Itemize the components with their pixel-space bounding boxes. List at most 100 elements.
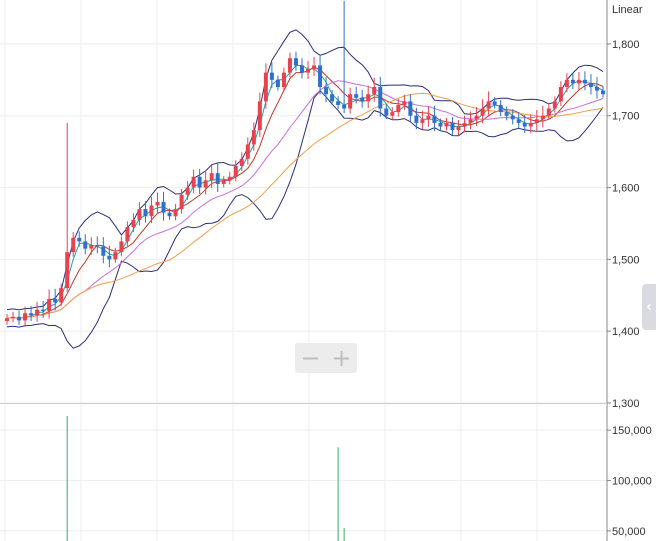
candle-body bbox=[372, 87, 377, 95]
candle-body bbox=[438, 122, 443, 127]
candle-body bbox=[77, 237, 82, 242]
candle-body bbox=[390, 112, 395, 116]
candle-body bbox=[522, 122, 527, 127]
price-axis: 1,800 1,700 1,600 1,500 1,400 1,300 bbox=[607, 39, 640, 410]
candle-body bbox=[534, 119, 539, 123]
candle-body bbox=[576, 79, 581, 84]
candle-body bbox=[588, 83, 593, 87]
candle-body bbox=[29, 313, 34, 316]
candle-body bbox=[275, 79, 280, 87]
candle-body bbox=[324, 87, 329, 95]
candle-body bbox=[65, 252, 70, 289]
candle-body bbox=[233, 166, 238, 177]
candle-body bbox=[348, 94, 353, 109]
zoom-controls: − + bbox=[295, 343, 357, 373]
candle-body bbox=[486, 101, 491, 109]
candle-body bbox=[95, 245, 100, 247]
candle-body bbox=[293, 58, 298, 66]
candle-body bbox=[251, 130, 256, 145]
candle-body bbox=[510, 115, 515, 120]
price-tick-label: 1,800 bbox=[612, 39, 640, 51]
candle-body bbox=[426, 115, 431, 120]
candle-body bbox=[450, 122, 455, 131]
candle-body bbox=[360, 97, 365, 102]
price-tick-label: 1,400 bbox=[612, 326, 640, 338]
candle-body bbox=[558, 87, 563, 102]
candle-body bbox=[185, 187, 190, 195]
candle-body bbox=[540, 115, 545, 120]
candle-body bbox=[444, 122, 449, 127]
price-tick-label: 1,600 bbox=[612, 183, 640, 195]
candle-body bbox=[11, 316, 16, 319]
candle-body bbox=[83, 241, 88, 249]
candle-body bbox=[318, 65, 323, 87]
candle-body bbox=[179, 194, 184, 210]
candle-body bbox=[480, 108, 485, 116]
candle-body bbox=[378, 87, 383, 109]
candle-body bbox=[432, 115, 437, 123]
chevron-left-icon: ‹ bbox=[646, 299, 652, 315]
candle-body bbox=[504, 112, 509, 116]
volume-tick-label: 100,000 bbox=[612, 476, 652, 488]
candle-body bbox=[312, 65, 317, 70]
candle-body bbox=[456, 126, 461, 131]
candle-body bbox=[113, 252, 118, 260]
candle-body bbox=[191, 176, 196, 188]
candle-body bbox=[143, 209, 148, 217]
candle-body bbox=[336, 101, 341, 105]
scale-label[interactable]: Linear bbox=[612, 4, 643, 16]
candle-body bbox=[161, 201, 166, 213]
candle-body bbox=[462, 122, 467, 127]
candle-body bbox=[287, 58, 292, 73]
volume-axis: 150,000 100,000 50,000 bbox=[607, 425, 652, 538]
candle-body bbox=[47, 298, 52, 312]
candle-body bbox=[59, 288, 64, 303]
candle-body bbox=[330, 94, 335, 102]
candle-body bbox=[173, 209, 178, 217]
candle-body bbox=[516, 119, 521, 123]
candle-body bbox=[366, 94, 371, 102]
stock-chart[interactable]: Linear 1,800 1,700 1,600 1,500 1,400 1,300 15… bbox=[0, 0, 656, 541]
candle-body bbox=[263, 72, 268, 102]
volume-tick-label: 150,000 bbox=[612, 425, 652, 437]
zoom-out-button[interactable]: − bbox=[295, 343, 326, 373]
candle-body bbox=[203, 180, 208, 188]
candle-body bbox=[167, 212, 172, 217]
candle-body bbox=[221, 180, 226, 184]
candle-body bbox=[414, 115, 419, 123]
candle-body bbox=[396, 104, 401, 113]
candle-body bbox=[552, 101, 557, 109]
candle-body bbox=[384, 108, 389, 116]
volume-tick-label: 50,000 bbox=[612, 526, 646, 538]
candle-body bbox=[420, 119, 425, 123]
candle-body bbox=[227, 176, 232, 181]
candle-body bbox=[408, 101, 413, 116]
candle-body bbox=[209, 173, 214, 181]
price-tick-label: 1,700 bbox=[612, 111, 640, 123]
candle-body bbox=[269, 72, 274, 80]
candle-body bbox=[35, 309, 40, 316]
candle-body bbox=[468, 119, 473, 123]
candle-body bbox=[474, 115, 479, 120]
candle-body bbox=[354, 94, 359, 98]
candle-body bbox=[402, 101, 407, 105]
candle-body bbox=[546, 108, 551, 116]
candle-body bbox=[492, 101, 497, 105]
candle-body bbox=[107, 255, 112, 260]
price-tick-label: 1,500 bbox=[612, 254, 640, 266]
candle-body bbox=[257, 101, 262, 131]
candle-body bbox=[564, 79, 569, 87]
candle-body bbox=[17, 316, 22, 321]
candle-body bbox=[281, 72, 286, 87]
volume-bars bbox=[66, 416, 345, 541]
volume-grid bbox=[0, 405, 607, 541]
candle-body bbox=[498, 104, 503, 113]
side-panel-toggle[interactable]: ‹ bbox=[642, 284, 656, 330]
price-tick-label: 1,300 bbox=[612, 398, 640, 410]
candle-body bbox=[299, 65, 304, 73]
candle-body bbox=[594, 87, 599, 91]
candle-body bbox=[570, 79, 575, 84]
candle-body bbox=[601, 90, 605, 95]
candle-body bbox=[215, 173, 220, 184]
zoom-in-button[interactable]: + bbox=[326, 343, 357, 373]
